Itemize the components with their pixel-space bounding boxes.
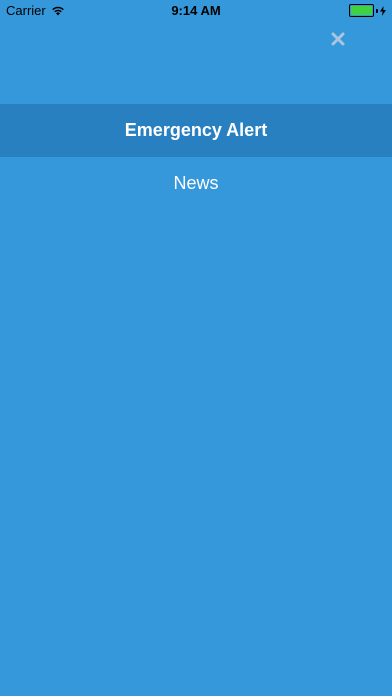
battery-tip	[376, 8, 378, 13]
menu-item-news[interactable]: News	[0, 157, 392, 210]
battery-icon	[349, 4, 374, 17]
status-bar: Carrier 9:14 AM	[0, 0, 392, 22]
close-button[interactable]	[326, 27, 350, 51]
close-icon	[331, 32, 345, 46]
menu-item-label: Emergency Alert	[124, 120, 268, 140]
status-time: 9:14 AM	[171, 3, 221, 18]
menu-item-label: News	[173, 173, 219, 193]
status-right	[349, 4, 386, 17]
side-menu: Emergency Alert News	[0, 104, 392, 210]
menu-item-emergency-alert[interactable]: Emergency Alert	[0, 104, 392, 157]
charging-bolt-icon	[380, 5, 386, 16]
battery-level	[351, 6, 372, 15]
